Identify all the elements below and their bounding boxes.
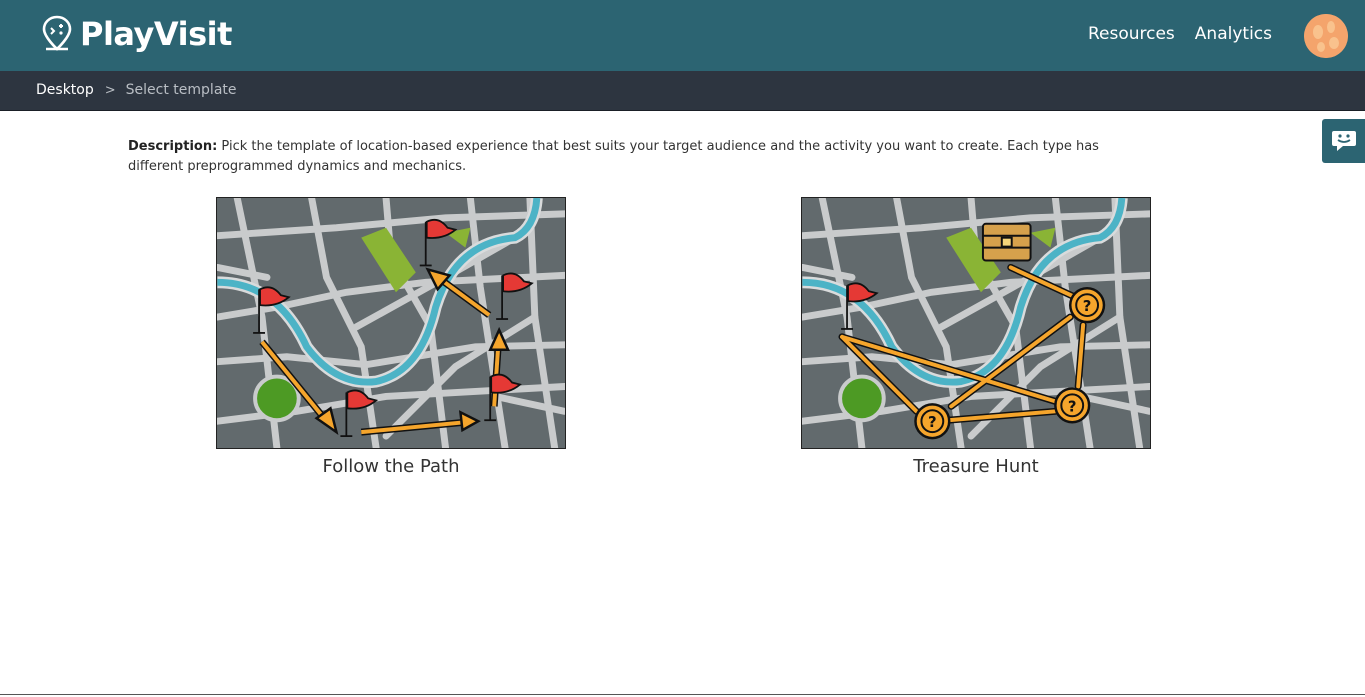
main-nav: Resources Analytics	[1088, 24, 1272, 44]
template-title-follow-the-path[interactable]: Follow the Path	[216, 456, 566, 477]
svg-text:?: ?	[928, 413, 937, 431]
breadcrumb-separator: >	[104, 82, 116, 98]
template-card-follow-the-path[interactable]: Follow the Path	[216, 197, 566, 477]
follow-path-map-icon[interactable]	[216, 197, 566, 449]
nav-resources[interactable]: Resources	[1088, 24, 1175, 44]
svg-text:?: ?	[1068, 397, 1077, 415]
breadcrumb-bar: Desktop > Select template	[0, 71, 1365, 111]
top-navbar: PlayVisit Resources Analytics	[0, 0, 1365, 71]
app-logo[interactable]: PlayVisit	[40, 14, 232, 54]
template-title-treasure-hunt[interactable]: Treasure Hunt	[801, 456, 1151, 477]
description-label: Description:	[128, 139, 218, 154]
treasure-hunt-map-icon[interactable]: ? ? ?	[801, 197, 1151, 449]
app-name: PlayVisit	[80, 15, 232, 53]
template-description: Description: Pick the template of locati…	[128, 137, 1148, 177]
breadcrumb-home[interactable]: Desktop	[36, 82, 94, 98]
map-pin-logo-icon	[42, 15, 72, 51]
user-avatar[interactable]	[1304, 14, 1348, 58]
chat-smile-icon	[1331, 131, 1356, 151]
template-card-treasure-hunt[interactable]: ? ? ? Treasure Hunt	[801, 197, 1151, 477]
nav-analytics[interactable]: Analytics	[1195, 24, 1272, 44]
chat-support-button[interactable]	[1322, 119, 1365, 163]
svg-text:?: ?	[1083, 297, 1092, 315]
breadcrumb: Desktop > Select template	[36, 82, 237, 98]
bottom-divider	[0, 694, 1365, 695]
description-text: Pick the template of location-based expe…	[128, 139, 1099, 174]
avatar-pattern-icon	[1304, 14, 1348, 58]
breadcrumb-current: Select template	[125, 82, 237, 98]
